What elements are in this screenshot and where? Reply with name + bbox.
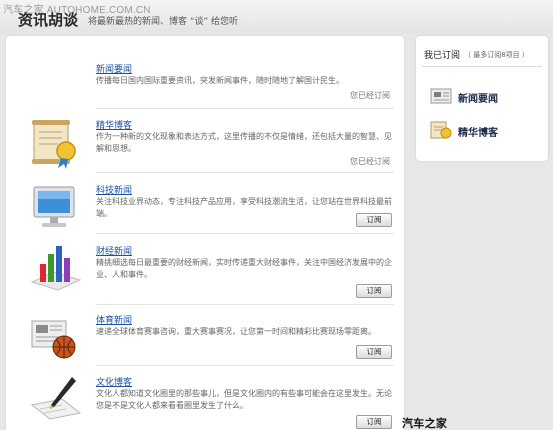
site-logo[interactable]: 资讯胡谈 <box>18 9 78 30</box>
subscribe-button[interactable]: 订阅 <box>356 345 392 359</box>
subscription-limit: （ 最多订阅8项目 ） <box>464 51 529 59</box>
subscribe-button[interactable]: 订阅 <box>356 284 392 298</box>
subscription-item[interactable]: 新闻要闻 <box>428 85 540 107</box>
top-header: 汽车之家 AUTOHOME.COM.CN 资讯胡谈 将最新最热的新闻、博客 “谈… <box>0 0 553 34</box>
feed-description: 作为一种新的文化现象和表达方式，这里传播的不仅是情绪，还包括大量的智慧、见解和思… <box>96 132 392 153</box>
bar-chart-icon <box>28 242 84 294</box>
feed-list-panel: 新闻要闻 传播每日国内国际重要资讯，突发新闻事件，随时随地了解国计民生。 您已经… <box>6 36 404 430</box>
feed-description: 文化人都知道文化圈里的那些事儿，但是文化圈内的有些事可能会在这里发生。无论您是不… <box>96 389 392 410</box>
award-scroll-icon <box>28 118 84 170</box>
divider <box>96 172 394 173</box>
feed-title[interactable]: 新闻要闻 <box>96 62 132 75</box>
feed-title[interactable]: 精华博客 <box>96 118 132 131</box>
award-scroll-icon <box>428 119 454 141</box>
divider <box>96 108 394 109</box>
feed-title[interactable]: 文化博客 <box>96 375 132 388</box>
divider <box>96 365 394 366</box>
pen-icon <box>28 373 84 425</box>
feed-title[interactable]: 科技新闻 <box>96 183 132 196</box>
feed-description: 传播每日国内国际重要资讯，突发新闻事件，随时随地了解国计民生。 <box>96 76 344 85</box>
divider <box>422 66 542 67</box>
subscribed-title: 我已订阅 <box>424 51 461 61</box>
divider <box>96 304 394 305</box>
feed-description: 精挑细选每日最重要的财经新闻，实时传递重大财经事件，关注中国经济发展中的企业、人… <box>96 258 392 279</box>
subscribe-button[interactable]: 订阅 <box>356 213 392 227</box>
divider <box>96 233 394 234</box>
tagline: 将最新最热的新闻、博客 “谈” 给您听 <box>88 17 239 27</box>
footer-watermark: 汽车之家 AUTOHOME.COM.CN <box>402 418 448 430</box>
newspaper-icon <box>428 85 454 107</box>
newspaper-icon <box>28 72 84 124</box>
subscription-label: 新闻要闻 <box>458 94 498 105</box>
monitor-icon <box>28 183 84 235</box>
subscription-label: 精华博客 <box>458 128 498 139</box>
subscribed-panel: 我已订阅 （ 最多订阅8项目 ） 新闻要闻 精华博客 <box>416 36 548 161</box>
subscribed-status: 您已经订阅 <box>350 91 390 100</box>
feed-title[interactable]: 财经新闻 <box>96 244 132 257</box>
subscribed-status: 您已经订阅 <box>350 157 390 166</box>
feed-description: 速递全球体育赛事咨询，重大赛事赛况，让您第一时间和精彩比赛现场零距离。 <box>96 327 376 336</box>
feed-description: 关注科技业界动态，专注科技产品应用，享受科技潮流生活，让您站在世界科技最前端。 <box>96 197 392 218</box>
subscription-item[interactable]: 精华博客 <box>428 119 540 141</box>
subscribe-button[interactable]: 订阅 <box>356 415 392 429</box>
feed-title[interactable]: 体育新闻 <box>96 313 132 326</box>
basketball-icon <box>28 313 84 365</box>
